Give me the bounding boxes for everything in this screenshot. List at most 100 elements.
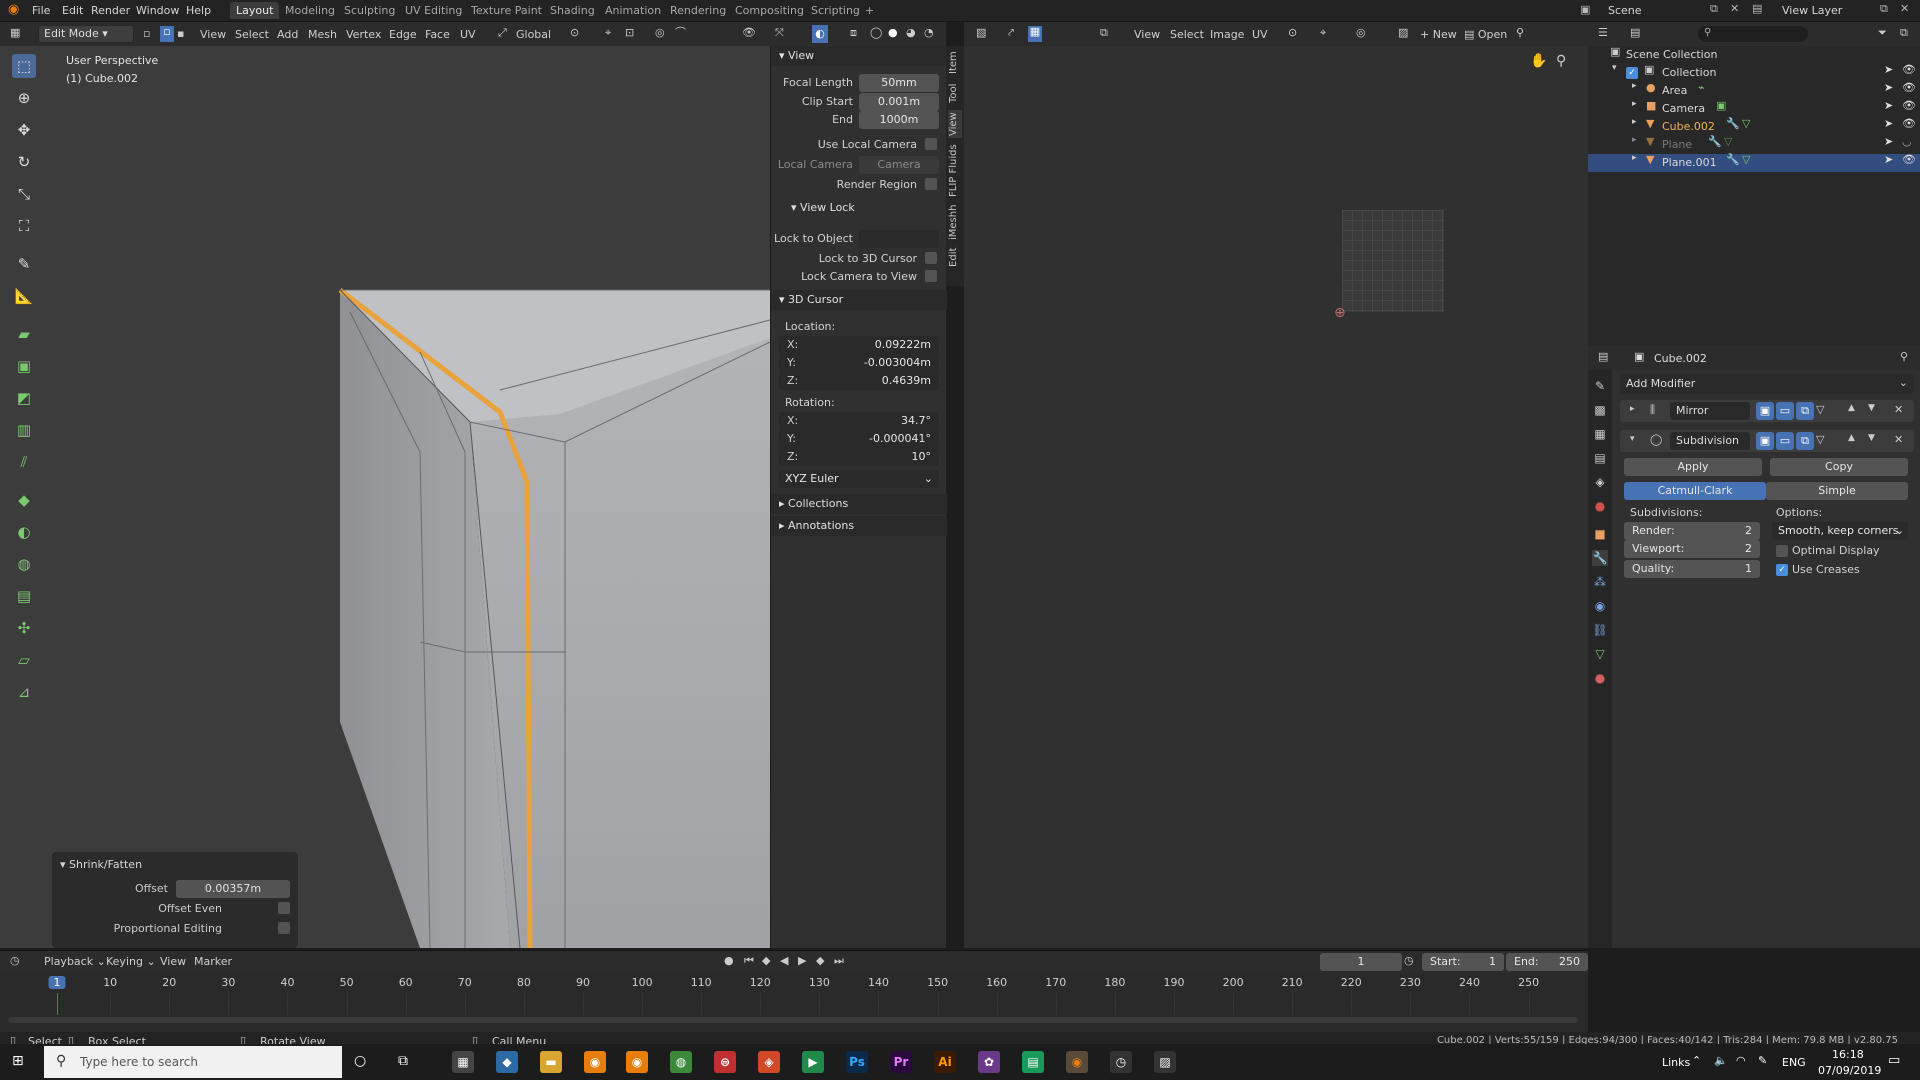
render-region-checkbox[interactable] <box>925 178 937 190</box>
current-frame-field[interactable]: 1 <box>1320 953 1402 971</box>
mirror-modifier-header[interactable]: ▸ ⫼ Mirror ▣ ▭ ⧉ ▽ ▲ ▼ ✕ <box>1620 400 1914 422</box>
cortana-icon[interactable]: ○ <box>354 1054 366 1068</box>
menu-add[interactable]: Add <box>277 28 298 41</box>
blender-icon[interactable]: ◉ <box>626 1051 648 1073</box>
visibility-eye-icon[interactable]: 👁 <box>1902 82 1916 93</box>
clip-end-field[interactable]: 1000m <box>859 111 939 129</box>
face-select-icon[interactable]: ▪ <box>177 28 184 39</box>
image-editor[interactable]: ▧ ⤤ ▦ ⧉ View Select Image UV ⊙ ⌖ ◎ ▨ + N… <box>964 22 1588 948</box>
tab-item[interactable]: Item <box>948 50 962 76</box>
volume-icon[interactable]: 🔈 <box>1714 1055 1728 1066</box>
expand-arrow-icon[interactable]: ▸ <box>1632 136 1637 145</box>
view-panel-header[interactable]: ▾ View <box>771 46 947 66</box>
uv-smooth-select[interactable]: Smooth, keep corners ⌄ <box>1772 522 1908 540</box>
cursor-rotation-x[interactable]: X: 34.7° <box>779 412 939 430</box>
3d-cursor-header[interactable]: ▾ 3D Cursor <box>771 290 947 310</box>
selectable-arrow-icon[interactable]: ➤ <box>1884 154 1893 165</box>
new-view-layer-icon[interactable]: ⧉ <box>1880 3 1888 14</box>
move-down-icon[interactable]: ▼ <box>1868 434 1875 443</box>
mesh-data-icon[interactable]: ▽ <box>1724 136 1732 147</box>
menu-view[interactable]: View <box>200 28 226 41</box>
tray-arrow-icon[interactable]: ⌃ <box>1692 1055 1701 1066</box>
outliner-row[interactable]: ▾ ✓ ▣ Collection ➤ 👁 <box>1588 64 1920 82</box>
editor-type-icon[interactable]: ◷ <box>10 955 20 966</box>
render-levels-field[interactable]: Render: 2 <box>1624 522 1760 540</box>
tab-sculpting[interactable]: Sculpting <box>344 4 395 17</box>
tab-rendering[interactable]: Rendering <box>670 4 726 17</box>
menu-edge[interactable]: Edge <box>389 28 417 41</box>
taskbar-links[interactable]: Links <box>1662 1056 1690 1069</box>
tab-imeshh[interactable]: iMeshh <box>948 204 962 240</box>
edge-slide-tool-icon[interactable]: ▤ <box>12 584 36 608</box>
tab-scripting[interactable]: Scripting <box>811 4 860 17</box>
clip-start-field[interactable]: 0.001m <box>859 93 939 111</box>
viewport-levels-field[interactable]: Viewport: 2 <box>1624 540 1760 558</box>
editor-type-icon[interactable]: ▤ <box>1598 351 1608 362</box>
expand-arrow-icon[interactable]: ▸ <box>1632 118 1637 127</box>
collections-header[interactable]: ▸ Collections <box>771 494 947 514</box>
snap-target-icon[interactable]: ⊡ <box>625 27 634 38</box>
subdivision-modifier-header[interactable]: ▾ ◯ Subdivision ▣ ▭ ⧉ ▽ ▲ ▼ ✕ <box>1620 430 1914 452</box>
inset-tool-icon[interactable]: ▣ <box>12 354 36 378</box>
windows-start-icon[interactable]: ⊞ <box>12 1054 24 1068</box>
constraints-properties-icon[interactable]: ⛓ <box>1592 622 1608 638</box>
tab-edit[interactable]: Edit <box>948 244 962 270</box>
modifier-properties-icon[interactable]: 🔧 <box>1592 550 1608 566</box>
mode-select[interactable]: Edit Mode ▾ <box>38 25 134 43</box>
knife-tool-icon[interactable]: ⫽ <box>12 450 36 474</box>
selectable-arrow-icon[interactable]: ➤ <box>1884 100 1893 111</box>
tab-shading[interactable]: Shading <box>550 4 595 17</box>
menu-file[interactable]: File <box>32 4 50 17</box>
expand-arrow-icon[interactable]: ▸ <box>1632 100 1637 109</box>
preview-range-icon[interactable]: ◷ <box>1404 955 1414 966</box>
edge-select-icon[interactable]: ▫ <box>160 26 174 42</box>
app-icon[interactable]: ✿ <box>978 1051 1000 1073</box>
mesh-data-icon[interactable]: ▽ <box>1742 118 1750 129</box>
lock-to-3d-cursor-checkbox[interactable] <box>925 252 937 264</box>
visibility-eye-icon[interactable]: 👁 <box>1902 118 1916 129</box>
photoshop-icon[interactable]: Ps <box>846 1051 868 1073</box>
apply-button[interactable]: Apply <box>1624 458 1762 476</box>
menu-window[interactable]: Window <box>136 4 179 17</box>
world-properties-icon[interactable]: ● <box>1592 498 1608 514</box>
move-up-icon[interactable]: ▲ <box>1848 434 1855 443</box>
tab-animation[interactable]: Animation <box>605 4 661 17</box>
particles-properties-icon[interactable]: ⁂ <box>1592 574 1608 590</box>
tab-layout[interactable]: Layout <box>230 2 280 19</box>
menu-view[interactable]: View <box>160 955 186 968</box>
output-properties-icon[interactable]: ▦ <box>1592 426 1608 442</box>
selectable-arrow-icon[interactable]: ➤ <box>1884 82 1893 93</box>
play-reverse-icon[interactable]: ◀ <box>780 955 788 966</box>
prev-keyframe-icon[interactable]: ◆ <box>762 955 770 966</box>
scale-tool-icon[interactable]: ⤡ <box>12 182 36 206</box>
new-collection-icon[interactable]: ⧉ <box>1900 27 1908 38</box>
record-icon[interactable]: ● <box>724 955 734 966</box>
move-down-icon[interactable]: ▼ <box>1868 404 1875 413</box>
outliner-search-input[interactable]: ⚲ <box>1698 26 1808 42</box>
edit-mode-toggle-icon[interactable]: ▣ <box>1756 432 1774 450</box>
clock-date[interactable]: 07/09/2019 <box>1818 1064 1881 1077</box>
hidden-eye-icon[interactable]: ◡ <box>1902 136 1912 147</box>
premiere-icon[interactable]: Pr <box>890 1051 912 1073</box>
outliner-row[interactable]: ▸ ▼ Plane.001 🔧 ▽ ➤ 👁 <box>1588 154 1920 172</box>
offset-field[interactable]: 0.00357m <box>176 880 290 898</box>
menu-render[interactable]: Render <box>91 4 130 17</box>
poly-build-tool-icon[interactable]: ◆ <box>12 488 36 512</box>
tab-compositing[interactable]: Compositing <box>735 4 804 17</box>
menu-mesh[interactable]: Mesh <box>308 28 337 41</box>
cursor-location-y[interactable]: Y: -0.003004m <box>779 354 939 372</box>
close-scene-icon[interactable]: ✕ <box>1730 3 1739 14</box>
view-lock-header[interactable]: ▾ View Lock <box>771 198 947 218</box>
menu-help[interactable]: Help <box>186 4 211 17</box>
catmull-clark-button[interactable]: Catmull-Clark <box>1624 482 1766 500</box>
new-image-button[interactable]: + New <box>1420 28 1457 41</box>
app-icon[interactable]: ◈ <box>758 1051 780 1073</box>
chrome-icon[interactable]: ◍ <box>670 1051 692 1073</box>
light-data-icon[interactable]: ⌁ <box>1698 82 1705 93</box>
collapse-arrow-icon[interactable]: ▾ <box>1612 64 1617 73</box>
start-frame-field[interactable]: Start: 1 <box>1422 953 1504 971</box>
menu-select[interactable]: Select <box>235 28 269 41</box>
tool-properties-icon[interactable]: ✎ <box>1592 378 1608 394</box>
clock-time[interactable]: 16:18 <box>1832 1048 1864 1061</box>
camera-data-icon[interactable]: ▣ <box>1716 100 1726 111</box>
